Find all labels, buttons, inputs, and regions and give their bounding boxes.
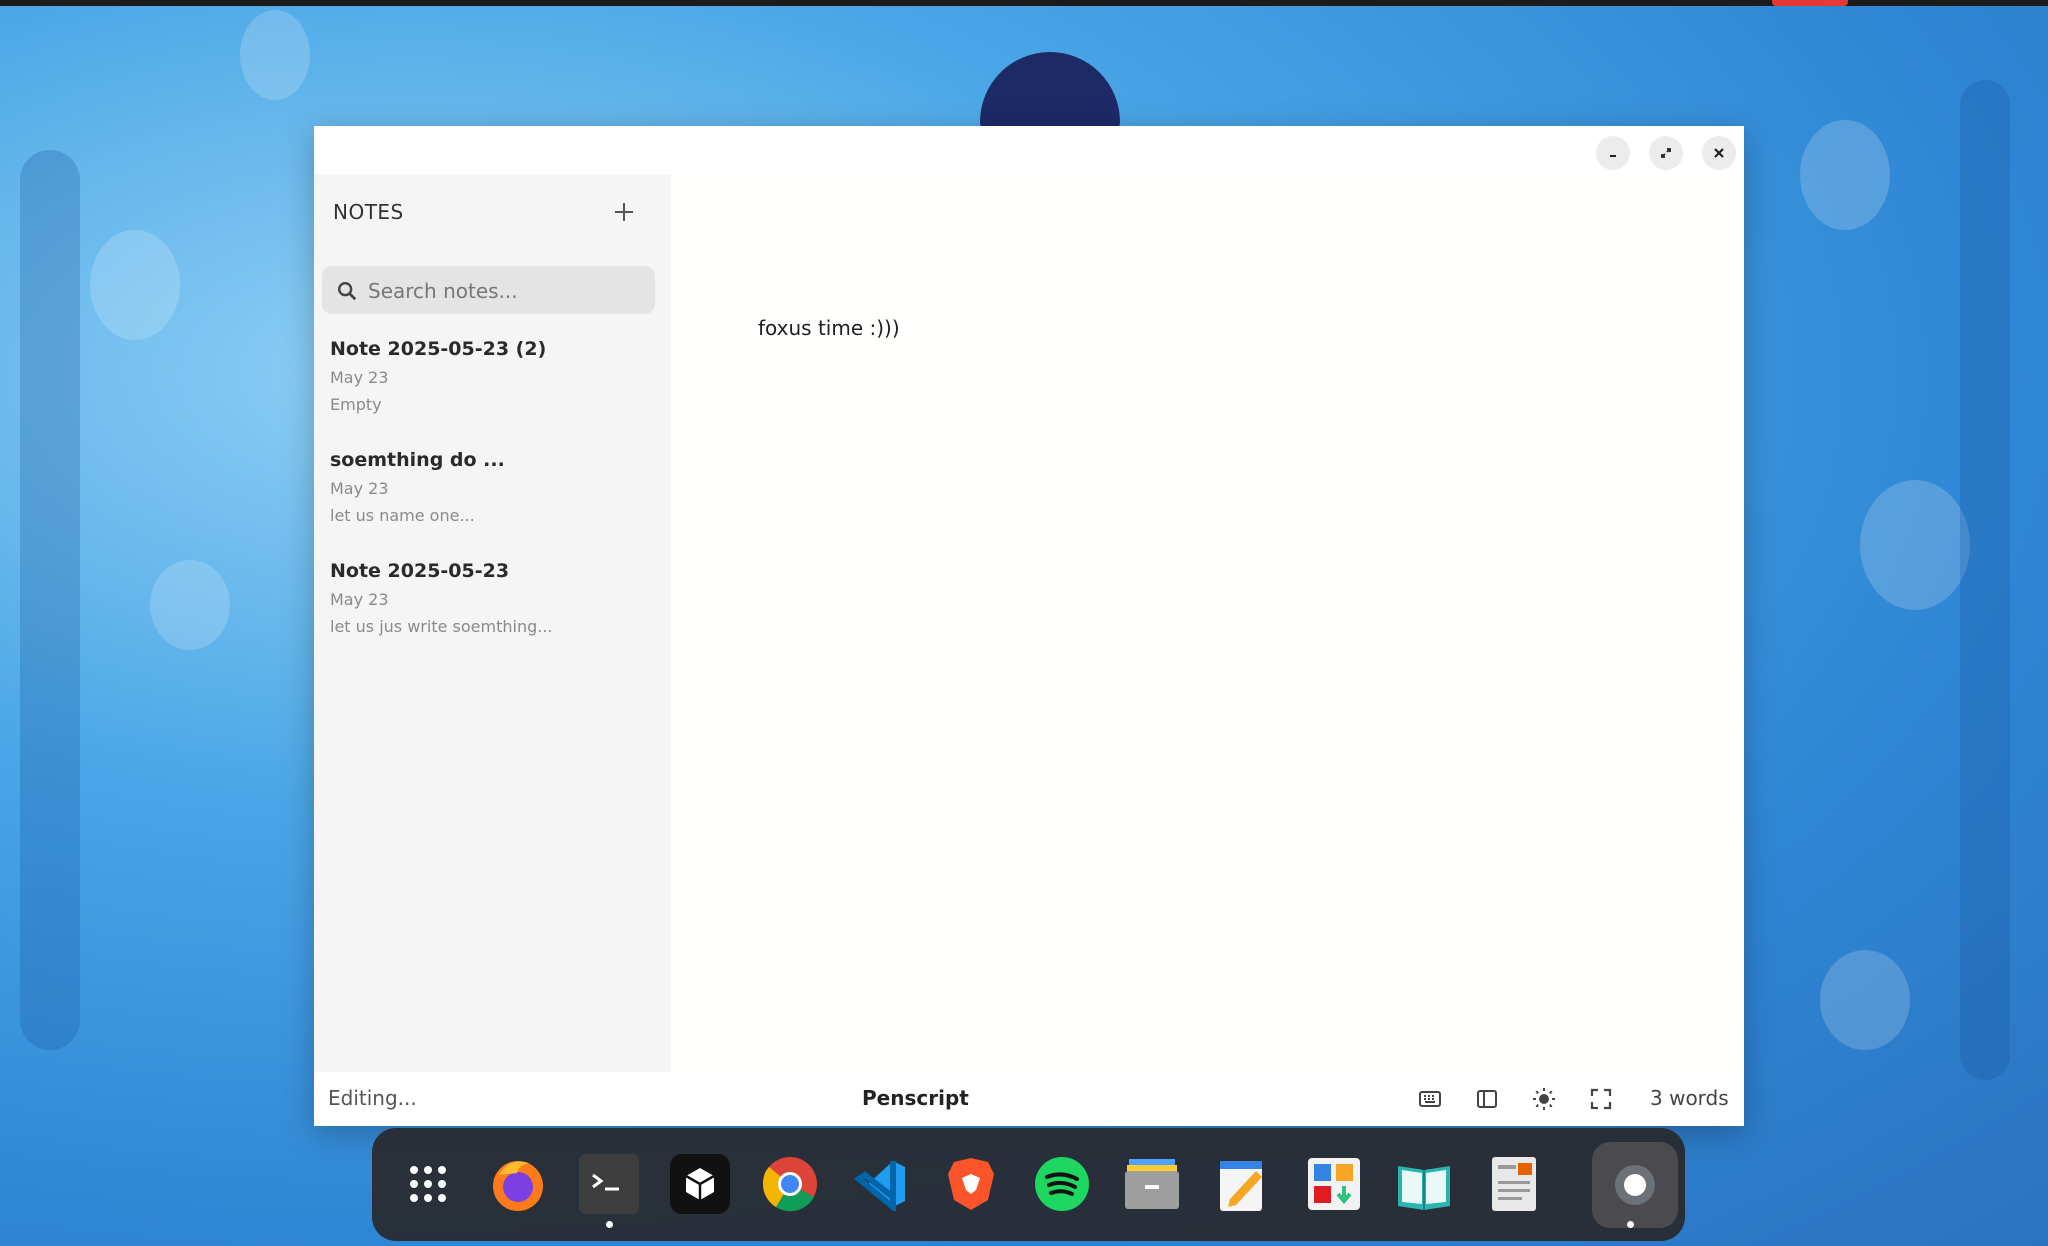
- notes-sidebar: NOTES Note 2025-05-23 (2) May 23 Empty s…: [314, 174, 671, 1072]
- maximize-button[interactable]: [1649, 136, 1683, 170]
- wallpaper-streak: [1960, 80, 2010, 1080]
- editing-status: Editing...: [328, 1086, 417, 1110]
- penscript-window: NOTES Note 2025-05-23 (2) May 23 Empty s…: [314, 126, 1744, 1126]
- search-input[interactable]: [366, 266, 650, 316]
- document-viewer-icon[interactable]: [1484, 1154, 1544, 1214]
- dock: [372, 1128, 1685, 1241]
- note-list-item[interactable]: soemthing do ... May 23 let us name one.…: [330, 449, 650, 549]
- sun-icon: [1533, 1088, 1555, 1110]
- apps-grid-icon[interactable]: [398, 1154, 458, 1214]
- sidebar-toggle-icon: [1477, 1090, 1497, 1108]
- settings-icon[interactable]: [1592, 1142, 1678, 1228]
- fullscreen-button[interactable]: [1586, 1084, 1616, 1114]
- files-icon[interactable]: [1122, 1154, 1182, 1214]
- spotify-icon[interactable]: [1032, 1154, 1092, 1214]
- note-date: May 23: [330, 479, 389, 498]
- wallpaper-blob: [1860, 480, 1970, 610]
- minimize-icon: [1610, 155, 1616, 157]
- chrome-icon[interactable]: [760, 1154, 820, 1214]
- wallpaper-blob: [1820, 950, 1910, 1050]
- note-editor[interactable]: foxus time :))): [671, 174, 1744, 1072]
- word-count: 3 words: [1650, 1086, 1729, 1110]
- maximize-icon: [1661, 148, 1671, 158]
- theme-toggle-button[interactable]: [1529, 1084, 1559, 1114]
- close-button[interactable]: [1702, 136, 1736, 170]
- note-title: Note 2025-05-23: [330, 560, 510, 582]
- app-name: Penscript: [862, 1086, 969, 1110]
- fullscreen-icon: [1590, 1088, 1612, 1110]
- running-indicator: [1627, 1221, 1634, 1228]
- cube-app-icon[interactable]: [670, 1154, 730, 1214]
- wallpaper-blob: [1800, 120, 1890, 230]
- wallpaper-streak: [20, 150, 80, 1050]
- firefox-icon[interactable]: [488, 1154, 548, 1214]
- reader-icon[interactable]: [1394, 1154, 1454, 1214]
- keyboard-icon: [1419, 1091, 1441, 1107]
- minimize-button[interactable]: [1596, 136, 1630, 170]
- note-date: May 23: [330, 368, 389, 387]
- note-list-item[interactable]: Note 2025-05-23 (2) May 23 Empty: [330, 338, 650, 438]
- status-bar: Editing... Penscript 3 words: [314, 1072, 1744, 1126]
- plus-icon: [615, 203, 633, 221]
- note-preview: let us jus write soemthing...: [330, 617, 553, 636]
- search-icon: [338, 282, 357, 301]
- note-title: Note 2025-05-23 (2): [330, 338, 547, 360]
- note-preview: Empty: [330, 395, 382, 414]
- note-preview: let us name one...: [330, 506, 475, 525]
- close-icon: [1714, 148, 1724, 158]
- recording-indicator: [1772, 0, 1848, 6]
- note-list-item[interactable]: Note 2025-05-23 May 23 let us jus write …: [330, 560, 650, 660]
- wallpaper-blob: [240, 10, 310, 100]
- sidebar-title: NOTES: [333, 200, 404, 224]
- vscode-icon[interactable]: [850, 1154, 910, 1214]
- editor-content[interactable]: foxus time :))): [758, 316, 900, 340]
- top-panel: [0, 0, 2048, 6]
- running-indicator: [606, 1221, 613, 1228]
- wallpaper-blob: [150, 560, 230, 650]
- note-date: May 23: [330, 590, 389, 609]
- wallpaper-blob: [90, 230, 180, 340]
- keyboard-button[interactable]: [1415, 1084, 1445, 1114]
- wallpaper-figure: [980, 52, 1120, 132]
- note-title: soemthing do ...: [330, 449, 505, 471]
- text-editor-icon[interactable]: [1213, 1154, 1273, 1214]
- add-note-button[interactable]: [606, 194, 642, 230]
- sidebar-toggle-button[interactable]: [1472, 1084, 1502, 1114]
- terminal-icon[interactable]: [579, 1154, 639, 1214]
- search-box: [322, 266, 655, 316]
- brave-icon[interactable]: [941, 1154, 1001, 1214]
- software-center-icon[interactable]: [1304, 1154, 1364, 1214]
